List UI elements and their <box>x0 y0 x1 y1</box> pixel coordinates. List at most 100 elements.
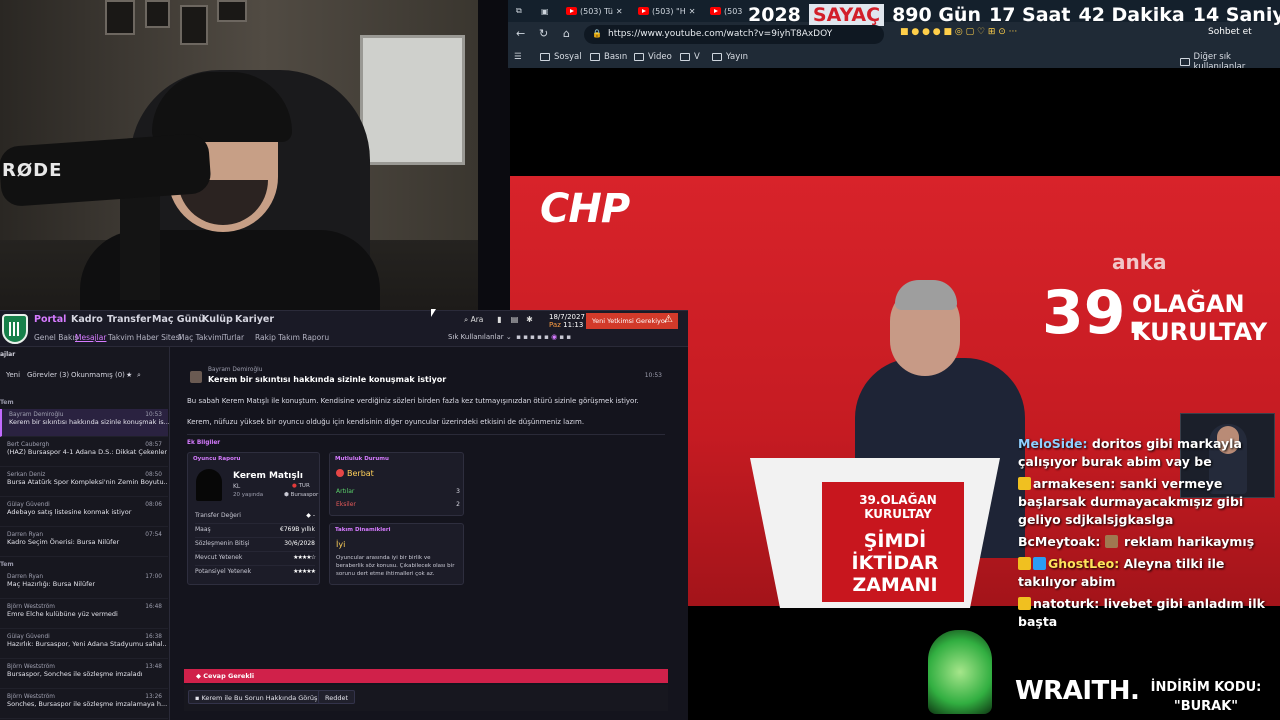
stat-row: Sözleşmenin Bitişi 30/6/2028 <box>195 540 315 552</box>
notes-icon[interactable]: ▤ <box>509 315 520 326</box>
team-dynamics-card[interactable]: Takım Dinamikleri İyi Oyuncular arasında… <box>329 523 464 585</box>
message-from: Bayram Demiroğlu <box>208 367 263 373</box>
youtube-icon <box>638 7 649 15</box>
inbox-item[interactable]: Bayram Demiroğlu Kerem bir sıkıntısı hakk… <box>0 409 169 437</box>
back-icon[interactable]: ← <box>516 27 525 40</box>
submenu-rakip-takim-raporu[interactable]: Rakip Takım Raporu <box>255 333 329 342</box>
chat-button[interactable]: Sohbet et <box>1208 27 1252 37</box>
submenu-takvim[interactable]: Takvim <box>108 333 134 342</box>
tab-gorevler[interactable]: Görevler (3) <box>27 371 69 379</box>
settings-icon[interactable]: ✱ <box>524 315 535 326</box>
tab-icon-2[interactable]: ▣ <box>541 2 549 20</box>
stat-label: Maaş <box>195 526 211 533</box>
item-subject: Maç Hazırlığı: Bursa Nilüfer <box>7 580 96 588</box>
menu-kariyer[interactable]: Kariyer <box>235 314 274 325</box>
stat-row: Transfer Değeri ◆ - <box>195 512 315 524</box>
reply-options: ▪ Kerem ile Bu Sorun Hakkında Görüş Redd… <box>184 685 668 711</box>
slogan-line3: ZAMANI <box>852 574 938 596</box>
bookmark-v[interactable]: V <box>680 52 700 62</box>
folder-icon <box>1180 58 1190 66</box>
submenu-genel-bakis[interactable]: Genel Bakış <box>34 333 78 342</box>
menu-kadro[interactable]: Kadro <box>71 314 103 325</box>
menu-transfer[interactable]: Transfer <box>107 314 151 325</box>
inbox-item[interactable]: Serkan Deniz Bursa Atatürk Spor Kompleksi… <box>0 469 168 497</box>
bookmark-basin[interactable]: Basın <box>590 52 627 62</box>
submenu-mac-takvimi[interactable]: Maç Takvimi <box>178 333 224 342</box>
favorites-bar[interactable]: Sık Kullanılanlar ⌄ ▪ ▪ ▪ ▪ ▪ ◉ ▪ ▪ <box>448 333 571 341</box>
stat-row: Mevcut Yetenek ★★★★☆ <box>195 554 316 566</box>
reply-icon: ◆ <box>196 672 201 680</box>
tab-yeni[interactable]: Yeni <box>6 371 20 379</box>
emote-icon <box>1104 535 1118 548</box>
date-section-label: Tem <box>0 561 14 568</box>
item-time: 17:00 <box>145 574 162 580</box>
folder-icon <box>590 53 600 61</box>
favorites-label: Sık Kullanılanlar <box>448 333 504 341</box>
message-paragraph: Kerem, nüfuzu yüksek bir oyuncu olduğu i… <box>187 418 585 426</box>
submenu-haber-sitesi[interactable]: Haber Sitesi <box>136 333 181 342</box>
card-title: Takım Dinamikleri <box>335 527 391 533</box>
submenu-turlar[interactable]: Turlar <box>223 333 244 342</box>
date-time: 11:13 <box>563 321 584 329</box>
card-title: Mutluluk Durumu <box>335 456 389 462</box>
counter-year: 2028 <box>748 4 801 26</box>
player-age: 20 yaşında <box>233 492 264 498</box>
player-name[interactable]: Kerem Matışlı <box>233 471 303 481</box>
browser-tab-3[interactable]: (503 <box>710 2 742 20</box>
tab-icon-1[interactable]: ⧉ <box>516 2 522 20</box>
inbox-item[interactable]: Björn Westström Emre Elche kulübüne yüz v… <box>0 601 168 629</box>
refresh-icon[interactable]: ↻ <box>539 27 548 40</box>
submenu-mesajlar[interactable]: Mesajlar <box>75 333 106 342</box>
bookmark-yayin[interactable]: Yayın <box>712 52 748 62</box>
morale-card[interactable]: Mutluluk Durumu Berbat Artılar 3 Eksiler 2 <box>329 452 464 516</box>
tab-okunmamis[interactable]: Okunmamış (0) <box>71 371 125 379</box>
date-section-label: Tem <box>0 399 14 406</box>
club-crest-icon[interactable] <box>2 314 28 344</box>
search-button[interactable]: ⌕ Ara <box>464 315 492 329</box>
inbox-item[interactable]: Björn Westström Sonches, Bursaspor ile sö… <box>0 691 168 719</box>
url-input[interactable]: https://www.youtube.com/watch?v=9iyhT8Ax… <box>584 25 884 44</box>
stream-chat: MeloSide: doritos gibi markayla çalışıyo… <box>1018 435 1280 655</box>
star-filter-icon[interactable]: ★ <box>126 371 132 379</box>
bookmark-sosyal[interactable]: Sosyal <box>540 52 582 62</box>
item-subject: Emre Elche kulübüne yüz vermedi <box>7 610 118 618</box>
game-date[interactable]: 18/7/2027 Paz 11:13 <box>549 313 585 329</box>
chat-user: GhostLeo: <box>1048 556 1120 571</box>
star-rating: ★★★★☆ <box>293 554 316 561</box>
reply-option-reject[interactable]: Reddet <box>318 690 356 704</box>
inbox-item[interactable]: Darren Ryan Maç Hazırlığı: Bursa Nilüfer 1… <box>0 571 168 599</box>
inbox-item[interactable]: Darren Ryan Kadro Seçim Önerisi: Bursa Ni… <box>0 529 168 557</box>
menu-kulup[interactable]: Kulüp <box>202 314 233 325</box>
inbox-item[interactable]: Gülay Güvendi Adebayo satış listesine kon… <box>0 499 168 527</box>
podium-event: 39.OLAĞAN KURULTAY <box>859 493 937 521</box>
bookmark-video[interactable]: Video <box>634 52 672 62</box>
browser-tab-2[interactable]: (503) "H ✕ <box>638 2 695 20</box>
bookmark-icon[interactable]: ▮ <box>494 315 505 326</box>
folder-icon <box>680 53 690 61</box>
promo-code: İNDİRİM KODU: "BURAK" <box>1150 678 1262 716</box>
search-icon[interactable]: ⌕ <box>137 371 141 380</box>
close-tab-icon[interactable]: ✕ <box>689 7 696 16</box>
divider <box>187 434 665 435</box>
warning-icon: ⚠ <box>664 314 673 325</box>
menu-mac-gunu[interactable]: Maç Günü <box>152 314 205 325</box>
browser-tab-1[interactable]: (503) Tü ✕ <box>566 2 623 20</box>
home-icon[interactable]: ⌂ <box>563 27 570 40</box>
mic-arm <box>120 190 160 300</box>
stat-value: €769B yıllık <box>280 526 315 533</box>
extension-icons[interactable]: ■ ● ● ● ■ ◎ ▢ ♡ ⊞ ⊙ ··· <box>900 27 1017 37</box>
reading-list-icon[interactable]: ☰ <box>514 52 522 62</box>
morale-cons: Eksiler 2 <box>336 501 460 508</box>
close-tab-icon[interactable]: ✕ <box>616 7 623 16</box>
inbox-header: ajlar <box>0 351 16 358</box>
morale-value: Berbat <box>336 469 374 478</box>
team-dynamics-value: İyi <box>336 540 346 549</box>
menu-portal[interactable]: Portal <box>34 314 66 325</box>
inbox-item[interactable]: Gülay Güvendi Hazırlık: Bursaspor, Yeni A… <box>0 631 168 659</box>
inbox-item[interactable]: Bert Caubergh (HAZ) Bursaspor 4-1 Adana D… <box>0 439 168 467</box>
morale-text: Berbat <box>347 469 374 478</box>
inbox-item[interactable]: Björn Westström Bursaspor, Sonches ile sö… <box>0 661 168 689</box>
reply-option-discuss[interactable]: ▪ Kerem ile Bu Sorun Hakkında Görüş <box>188 690 325 704</box>
continue-alert-button[interactable]: Yeni Yetkimsi Gerekiyor ⚠ <box>586 313 678 329</box>
player-report-card[interactable]: Oyuncu Raporu Kerem Matışlı KL 20 yaşınd… <box>187 452 320 585</box>
